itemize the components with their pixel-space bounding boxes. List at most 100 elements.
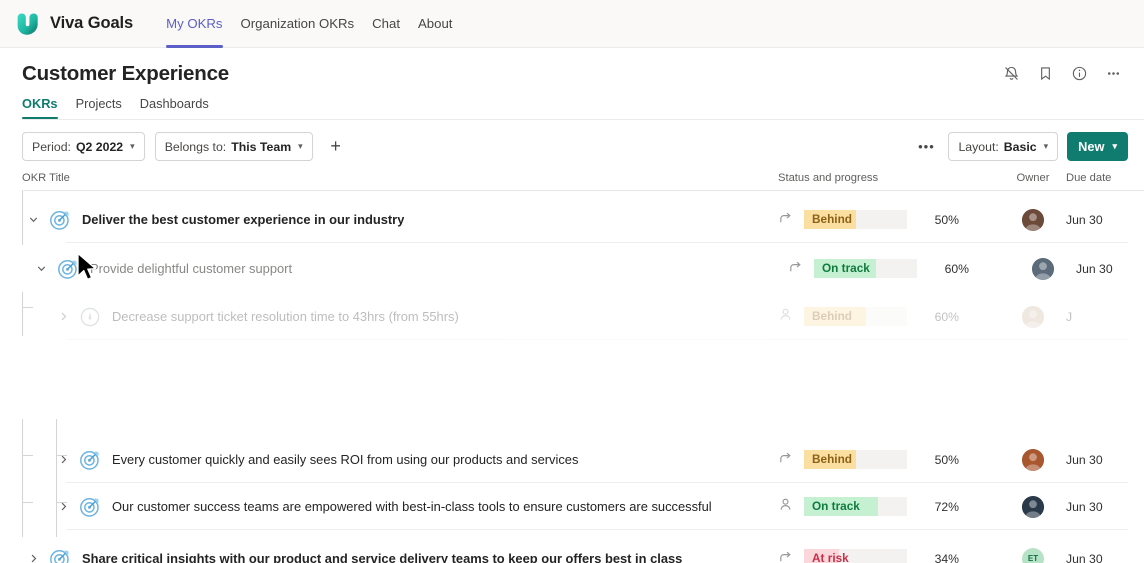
bell-off-icon[interactable] xyxy=(996,58,1026,88)
share-arrow-icon xyxy=(778,210,796,230)
tree-connector-line xyxy=(56,419,57,537)
nav-item-about[interactable]: About xyxy=(409,0,461,48)
progress-bar: Behind xyxy=(804,450,907,469)
avatar[interactable] xyxy=(1022,496,1044,518)
target-icon xyxy=(47,546,73,563)
okr-title: Every customer quickly and easily sees R… xyxy=(112,452,578,467)
chevron-down-icon: ▾ xyxy=(1112,141,1117,152)
share-arrow-icon xyxy=(778,450,796,470)
owner-cell[interactable] xyxy=(1000,306,1066,328)
layout-value: Basic xyxy=(1004,140,1037,154)
gauge-icon xyxy=(77,304,103,330)
progress-percent: 60% xyxy=(907,310,959,324)
table-row[interactable]: Deliver the best customer experience in … xyxy=(0,196,1144,243)
info-icon[interactable] xyxy=(1064,58,1094,88)
progress-percent: 50% xyxy=(907,453,959,467)
tree-connector-line xyxy=(22,419,23,537)
okr-title: Our customer success teams are empowered… xyxy=(112,499,712,514)
toolbar-more-icon[interactable]: ••• xyxy=(913,134,939,160)
avatar[interactable] xyxy=(1022,306,1044,328)
target-icon xyxy=(55,256,81,282)
progress-bar: On track xyxy=(804,497,907,516)
okr-title: Deliver the best customer experience in … xyxy=(82,212,404,227)
chevron-down-icon: ▾ xyxy=(298,141,303,152)
avatar[interactable] xyxy=(1022,449,1044,471)
nav-item-chat[interactable]: Chat xyxy=(363,0,409,48)
share-arrow-icon xyxy=(788,259,806,279)
person-icon xyxy=(778,497,796,517)
tree-connector-line xyxy=(56,502,67,503)
chevron-down-icon: ▾ xyxy=(130,141,135,152)
avatar[interactable] xyxy=(1022,209,1044,231)
progress-bar: At risk xyxy=(804,549,907,563)
add-filter-button[interactable]: + xyxy=(323,134,349,160)
status-badge: Behind xyxy=(812,307,852,326)
toolbar-right-actions: ••• Layout: Basic ▾ New ▾ xyxy=(913,132,1128,161)
belongs-to-filter[interactable]: Belongs to: This Team ▾ xyxy=(155,132,313,161)
layout-selector[interactable]: Layout: Basic ▾ xyxy=(948,132,1058,161)
row-expand-toggle[interactable] xyxy=(22,548,44,563)
table-row[interactable]: Every customer quickly and easily sees R… xyxy=(0,436,1144,483)
owner-cell[interactable] xyxy=(1010,258,1076,280)
header-actions xyxy=(996,58,1128,88)
tree-connector-line xyxy=(56,455,67,456)
tab-projects[interactable]: Projects xyxy=(67,96,131,119)
column-header-owner: Owner xyxy=(1000,172,1066,184)
status-badge: On track xyxy=(812,497,860,516)
brand-title: Viva Goals xyxy=(50,14,133,33)
row-expand-toggle[interactable] xyxy=(52,306,74,328)
tab-okrs[interactable]: OKRs xyxy=(22,96,67,119)
due-date: Jun 30 xyxy=(1076,262,1138,276)
owner-cell[interactable] xyxy=(1000,209,1066,231)
filter-toolbar: Period: Q2 2022 ▾ Belongs to: This Team … xyxy=(0,120,1144,172)
avatar[interactable]: ET xyxy=(1022,548,1044,563)
column-header-status: Status and progress xyxy=(778,172,1000,184)
share-arrow-icon xyxy=(778,549,796,563)
due-date: Jun 30 xyxy=(1066,453,1128,467)
primary-nav: My OKRs Organization OKRs Chat About xyxy=(157,0,461,48)
table-row[interactable]: Share critical insights with our product… xyxy=(0,535,1144,563)
status-badge: Behind xyxy=(812,210,852,229)
progress-percent: 50% xyxy=(907,213,959,227)
nav-item-organization-okrs[interactable]: Organization OKRs xyxy=(232,0,364,48)
row-expand-toggle[interactable] xyxy=(22,209,44,231)
period-filter[interactable]: Period: Q2 2022 ▾ xyxy=(22,132,145,161)
bookmark-icon[interactable] xyxy=(1030,58,1060,88)
owner-cell[interactable]: ET xyxy=(1000,548,1066,563)
new-button[interactable]: New ▾ xyxy=(1067,132,1128,161)
tree-connector-line xyxy=(22,455,33,456)
viva-goals-logo-icon xyxy=(10,7,44,41)
okr-table: Deliver the best customer experience in … xyxy=(0,191,1144,521)
column-header-okr-title: OKR Title xyxy=(22,172,778,184)
progress-percent: 34% xyxy=(907,552,959,563)
nav-item-my-okrs[interactable]: My OKRs xyxy=(157,0,231,48)
table-column-headers: OKR Title Status and progress Owner Due … xyxy=(0,172,1144,190)
table-row[interactable]: Decrease support ticket resolution time … xyxy=(0,293,1144,340)
row-expand-toggle[interactable] xyxy=(30,258,52,280)
okr-title: Provide delightful customer support xyxy=(90,261,292,276)
progress-percent: 60% xyxy=(917,262,969,276)
belongs-label: Belongs to: xyxy=(165,140,227,154)
person-icon xyxy=(778,307,796,327)
owner-cell[interactable] xyxy=(1000,496,1066,518)
chevron-down-icon: ▾ xyxy=(1044,141,1049,152)
progress-bar: Behind xyxy=(804,307,907,326)
tab-dashboards[interactable]: Dashboards xyxy=(131,96,218,119)
target-icon xyxy=(77,494,103,520)
target-icon xyxy=(47,207,73,233)
due-date: Jun 30 xyxy=(1066,213,1128,227)
more-options-icon[interactable] xyxy=(1098,58,1128,88)
period-label: Period: xyxy=(32,140,71,154)
progress-percent: 72% xyxy=(907,500,959,514)
progress-bar: On track xyxy=(814,259,917,278)
period-value: Q2 2022 xyxy=(76,140,123,154)
target-icon xyxy=(77,447,103,473)
table-row[interactable]: Our customer success teams are empowered… xyxy=(0,483,1144,530)
table-row[interactable]: Provide delightful customer support On tr… xyxy=(0,245,1144,292)
okr-title: Share critical insights with our product… xyxy=(82,551,682,563)
avatar[interactable] xyxy=(1032,258,1054,280)
status-badge: Behind xyxy=(812,450,852,469)
status-badge: On track xyxy=(822,259,870,278)
okr-title: Decrease support ticket resolution time … xyxy=(112,309,459,324)
owner-cell[interactable] xyxy=(1000,449,1066,471)
